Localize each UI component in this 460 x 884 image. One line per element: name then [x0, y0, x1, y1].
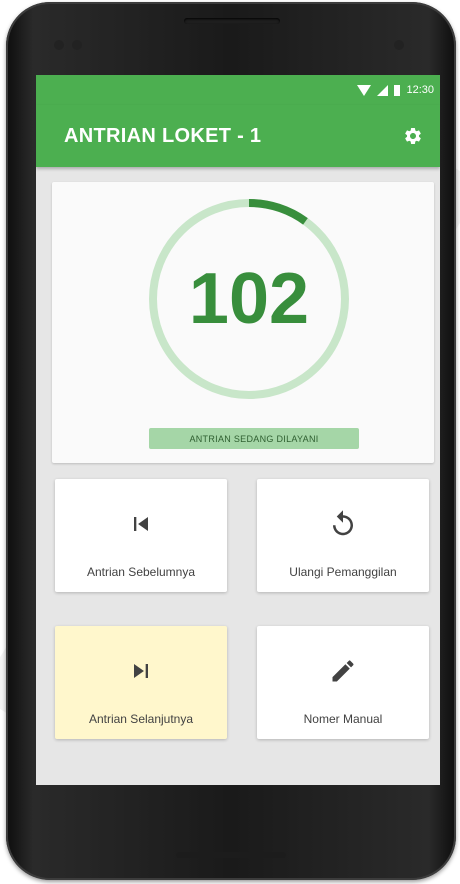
current-queue-number: 102: [188, 259, 310, 339]
current-queue-card: 102 ANTRIAN SEDANG DILAYANI: [52, 182, 434, 463]
phone-frame: 12:30 ANTRIAN LOKET - 1 102 ANTRIAN SEDA…: [6, 2, 456, 880]
previous-queue-label: Antrian Sebelumnya: [86, 565, 196, 579]
previous-queue-button[interactable]: Antrian Sebelumnya: [55, 479, 227, 592]
bottom-speaker: [176, 852, 286, 858]
skip-previous-icon: [55, 509, 227, 539]
app-bar: ANTRIAN LOKET - 1: [36, 105, 440, 167]
next-queue-button[interactable]: Antrian Selanjutnya: [55, 626, 227, 739]
repeat-call-button[interactable]: Ulangi Pemanggilan: [257, 479, 429, 592]
battery-icon: [394, 84, 401, 96]
manual-number-label: Nomer Manual: [303, 712, 383, 726]
wifi-icon: [357, 84, 372, 96]
signal-icon: [377, 84, 389, 96]
status-time: 12:30: [406, 84, 434, 96]
skip-next-icon: [55, 656, 227, 686]
light-sensor: [72, 40, 82, 50]
edit-icon: [257, 656, 429, 686]
earpiece-speaker: [184, 18, 280, 24]
app-title: ANTRIAN LOKET - 1: [64, 124, 262, 147]
next-queue-label: Antrian Selanjutnya: [88, 712, 194, 726]
settings-icon[interactable]: [400, 123, 426, 149]
manual-number-button[interactable]: Nomer Manual: [257, 626, 429, 739]
repeat-call-label: Ulangi Pemanggilan: [289, 565, 397, 579]
replay-icon: [257, 509, 429, 539]
serving-status-badge: ANTRIAN SEDANG DILAYANI: [149, 428, 359, 449]
main-content: 102 ANTRIAN SEDANG DILAYANI Antrian Sebe…: [36, 167, 440, 785]
front-camera: [394, 40, 404, 50]
phone-screen: 12:30 ANTRIAN LOKET - 1 102 ANTRIAN SEDA…: [36, 75, 440, 785]
proximity-sensor: [54, 40, 64, 50]
status-bar: 12:30: [36, 75, 440, 105]
